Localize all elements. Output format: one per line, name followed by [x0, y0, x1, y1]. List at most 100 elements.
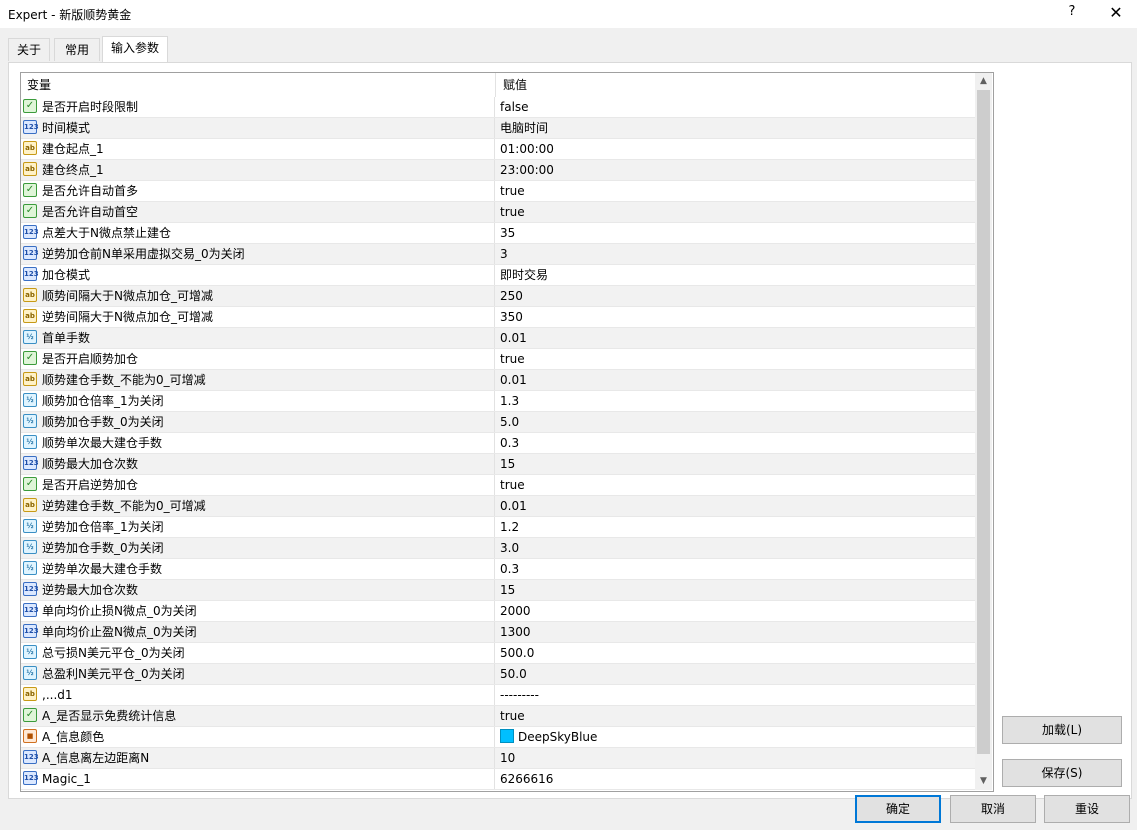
save-button[interactable]: 保存(S) [1002, 759, 1122, 787]
double-icon: ½ [23, 666, 37, 680]
tab-common[interactable]: 常用 [54, 38, 100, 61]
value-cell[interactable]: 3.0 [496, 538, 979, 558]
value-cell[interactable]: 0.3 [496, 433, 979, 453]
value-cell[interactable]: 0.3 [496, 559, 979, 579]
value-cell[interactable]: 35 [496, 223, 979, 243]
variable-name: 顺势间隔大于N微点加仓_可增减 [42, 289, 213, 303]
value-cell[interactable]: 即时交易 [496, 265, 979, 285]
table-row[interactable]: ✓ 是否开启顺势加仓 true [21, 349, 975, 370]
tab-input-parameters[interactable]: 输入参数 [102, 36, 168, 62]
table-row[interactable]: 123 时间模式 电脑时间 [21, 118, 975, 139]
column-header-variable[interactable]: 变量 [21, 73, 51, 97]
table-row[interactable]: ½ 总盈利N美元平仓_0为关闭 50.0 [21, 664, 975, 685]
load-button[interactable]: 加载(L) [1002, 716, 1122, 744]
value-cell[interactable]: 2000 [496, 601, 979, 621]
value-cell[interactable]: true [496, 349, 979, 369]
value-cell[interactable]: 15 [496, 580, 979, 600]
cancel-button[interactable]: 取消 [950, 795, 1036, 823]
table-row[interactable]: 123 点差大于N微点禁止建仓 35 [21, 223, 975, 244]
table-row[interactable]: ½ 逆势加仓手数_0为关闭 3.0 [21, 538, 975, 559]
value-cell[interactable]: 15 [496, 454, 979, 474]
table-row[interactable]: 123 逆势最大加仓次数 15 [21, 580, 975, 601]
value-cell[interactable]: 5.0 [496, 412, 979, 432]
value-cell[interactable]: 0.01 [496, 328, 979, 348]
table-row[interactable]: ½ 顺势加仓倍率_1为关闭 1.3 [21, 391, 975, 412]
table-row[interactable]: 123 单向均价止盈N微点_0为关闭 1300 [21, 622, 975, 643]
table-row[interactable]: ab 顺势间隔大于N微点加仓_可增减 250 [21, 286, 975, 307]
variable-name: 总亏损N美元平仓_0为关闭 [42, 646, 185, 660]
double-icon: ½ [23, 561, 37, 575]
value-cell[interactable]: 1.3 [496, 391, 979, 411]
table-row[interactable]: ab 建仓起点_1 01:00:00 [21, 139, 975, 160]
value-cell[interactable]: 01:00:00 [496, 139, 979, 159]
column-header-value[interactable]: 赋值 [497, 73, 527, 97]
table-row[interactable]: ab 顺势建仓手数_不能为0_可增减 0.01 [21, 370, 975, 391]
scroll-down-icon[interactable]: ▼ [975, 773, 992, 790]
variable-name: 逆势间隔大于N微点加仓_可增减 [42, 310, 213, 324]
table-row[interactable]: ab 逆势间隔大于N微点加仓_可增减 350 [21, 307, 975, 328]
vertical-scrollbar[interactable]: ▲ ▼ [975, 73, 992, 790]
value-text: false [500, 100, 529, 114]
integer-icon: 123 [23, 120, 39, 134]
table-row[interactable]: ✓ 是否开启时段限制 false [21, 97, 975, 118]
value-cell[interactable]: true [496, 706, 979, 726]
table-row[interactable]: ab ,...d1 --------- [21, 685, 975, 706]
table-row[interactable]: 123 顺势最大加仓次数 15 [21, 454, 975, 475]
table-row[interactable]: 123 Magic_1 6266616 [21, 769, 975, 790]
table-row[interactable]: 123 A_信息离左边距离N 10 [21, 748, 975, 769]
value-cell[interactable]: 500.0 [496, 643, 979, 663]
table-row[interactable]: ■ A_信息颜色 DeepSkyBlue [21, 727, 975, 748]
tab-about[interactable]: 关于 [8, 38, 50, 61]
table-row[interactable]: ½ 顺势单次最大建仓手数 0.3 [21, 433, 975, 454]
table-row[interactable]: ab 逆势建仓手数_不能为0_可增减 0.01 [21, 496, 975, 517]
table-row[interactable]: ½ 逆势加仓倍率_1为关闭 1.2 [21, 517, 975, 538]
value-cell[interactable]: 350 [496, 307, 979, 327]
ok-button[interactable]: 确定 [855, 795, 941, 823]
variable-cell: ½ 总亏损N美元平仓_0为关闭 [21, 643, 495, 663]
check-icon: ✓ [23, 351, 37, 365]
table-row[interactable]: ✓ 是否开启逆势加仓 true [21, 475, 975, 496]
table-row[interactable]: 123 逆势加仓前N单采用虚拟交易_0为关闭 3 [21, 244, 975, 265]
table-row[interactable]: ✓ A_是否显示免费统计信息 true [21, 706, 975, 727]
variable-name: 加仓模式 [42, 268, 91, 282]
table-row[interactable]: ½ 顺势加仓手数_0为关闭 5.0 [21, 412, 975, 433]
close-button[interactable]: ✕ [1106, 3, 1126, 22]
value-cell[interactable]: DeepSkyBlue [496, 727, 979, 747]
value-cell[interactable]: false [496, 97, 979, 117]
value-cell[interactable]: 0.01 [496, 370, 979, 390]
double-icon: ½ [23, 330, 37, 344]
value-cell[interactable]: 0.01 [496, 496, 979, 516]
scroll-up-icon[interactable]: ▲ [975, 73, 992, 90]
table-row[interactable]: ½ 首单手数 0.01 [21, 328, 975, 349]
value-cell[interactable]: 1300 [496, 622, 979, 642]
table-row[interactable]: ab 建仓终点_1 23:00:00 [21, 160, 975, 181]
value-cell[interactable]: 250 [496, 286, 979, 306]
table-row[interactable]: 123 加仓模式 即时交易 [21, 265, 975, 286]
table-row[interactable]: ½ 总亏损N美元平仓_0为关闭 500.0 [21, 643, 975, 664]
value-cell[interactable]: true [496, 181, 979, 201]
value-text: true [500, 205, 525, 219]
string-icon: ab [23, 498, 37, 512]
table-row[interactable]: ✓ 是否允许自动首多 true [21, 181, 975, 202]
table-row[interactable]: ✓ 是否允许自动首空 true [21, 202, 975, 223]
value-cell[interactable]: true [496, 475, 979, 495]
value-cell[interactable]: 1.2 [496, 517, 979, 537]
value-cell[interactable]: --------- [496, 685, 979, 705]
integer-icon: 123 [23, 225, 39, 239]
table-row[interactable]: ½ 逆势单次最大建仓手数 0.3 [21, 559, 975, 580]
value-cell[interactable]: 50.0 [496, 664, 979, 684]
value-cell[interactable]: 电脑时间 [496, 118, 979, 138]
help-button[interactable]: ? [1064, 4, 1080, 19]
value-cell[interactable]: 10 [496, 748, 979, 768]
value-cell[interactable]: true [496, 202, 979, 222]
double-icon: ½ [23, 435, 37, 449]
value-cell[interactable]: 6266616 [496, 769, 979, 789]
column-divider[interactable] [495, 73, 496, 97]
value-cell[interactable]: 3 [496, 244, 979, 264]
scrollbar-thumb[interactable] [977, 90, 990, 754]
value-cell[interactable]: 23:00:00 [496, 160, 979, 180]
variable-name: 逆势加仓前N单采用虚拟交易_0为关闭 [42, 247, 245, 261]
table-row[interactable]: 123 单向均价止损N微点_0为关闭 2000 [21, 601, 975, 622]
reset-button[interactable]: 重设 [1044, 795, 1130, 823]
variable-name: 是否允许自动首多 [42, 184, 139, 198]
